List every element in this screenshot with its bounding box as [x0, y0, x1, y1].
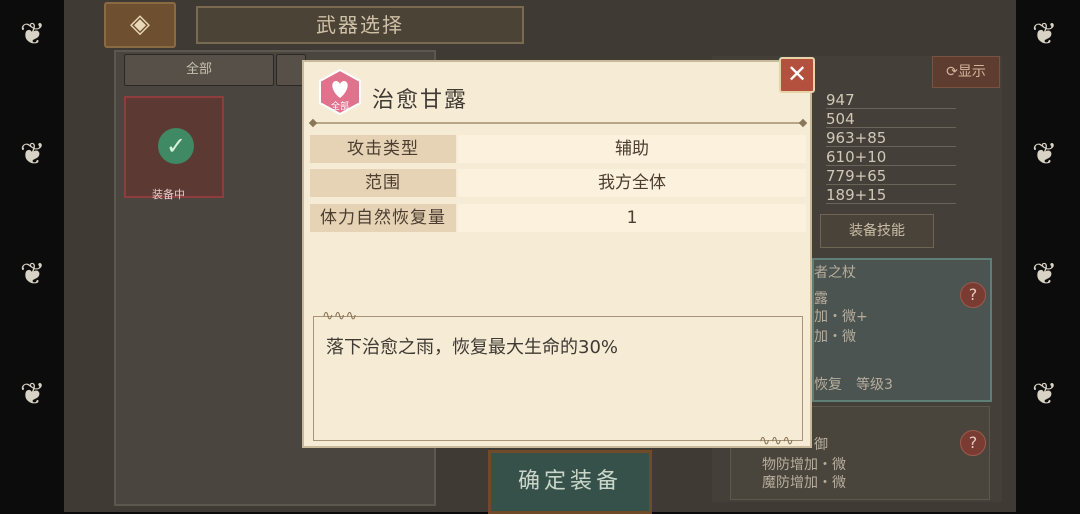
scroll-ornament-icon: ❦	[1032, 137, 1058, 172]
scroll-ornament-icon: ❦	[1032, 257, 1058, 292]
property-row: 范围 我方全体	[310, 169, 806, 197]
display-button[interactable]: ⟳显示	[932, 56, 1000, 88]
property-value: 1	[458, 204, 806, 232]
skill-snippet: 魔防增加・微	[762, 475, 846, 491]
heart-badge-icon: 全部	[319, 68, 361, 116]
scroll-ornament-icon: ❦	[20, 377, 46, 412]
skill-snippet: 恢复 等级3	[814, 377, 893, 393]
flourish-icon: ∿∿∿	[758, 433, 794, 449]
header-divider	[312, 122, 804, 124]
skill-snippet: 御	[814, 437, 828, 453]
scroll-ornament-icon: ❦	[20, 257, 46, 292]
property-label: 攻击类型	[310, 135, 456, 163]
skill-title: 治愈甘露	[372, 88, 469, 113]
property-row: 攻击类型 辅助	[310, 135, 806, 163]
stat-value: 947	[826, 91, 956, 109]
close-button[interactable]: ✕	[779, 57, 815, 93]
flourish-icon: ∿∿∿	[322, 308, 358, 324]
skill-snippet: 物防增加・微	[762, 457, 846, 473]
description-box: ∿∿∿ 落下治愈之雨，恢复最大生命的30% ∿∿∿	[313, 308, 803, 449]
skill-snippet: 露	[814, 291, 828, 307]
right-ornate-border: ❦ ❦ ❦ ❦	[1016, 0, 1080, 512]
skill-snippet: 加・微+	[814, 309, 868, 325]
equipped-badge: 装备中	[152, 188, 185, 201]
stat-value: 610+10	[826, 148, 956, 166]
left-ornate-border: ❦ ❦ ❦ ❦	[0, 0, 64, 512]
skill-snippet: 者之杖	[814, 265, 856, 281]
close-icon: ✕	[786, 60, 808, 88]
scroll-ornament-icon: ❦	[1032, 17, 1058, 52]
property-label: 范围	[310, 169, 456, 197]
skill-snippet: 加・微	[814, 329, 856, 345]
scroll-ornament-icon: ❦	[20, 137, 46, 172]
screen-title: 武器选择	[196, 6, 524, 44]
skill-description: 落下治愈之雨，恢复最大生命的30%	[326, 337, 619, 358]
stat-value: 779+65	[826, 167, 956, 185]
weapon-card[interactable]: ✓ 装备中	[124, 96, 224, 201]
stat-value: 504	[826, 110, 956, 128]
refresh-icon: ⟳	[946, 64, 958, 80]
confirm-equip-button[interactable]: 确定装备	[488, 450, 652, 514]
skill-detail-modal: 全部 治愈甘露 攻击类型 辅助 范围 我方全体 体力自然恢复量 1 ∿∿∿ 落下…	[302, 60, 812, 449]
tab-equip-skills[interactable]: 装备技能	[820, 214, 934, 248]
property-row: 体力自然恢复量 1	[310, 204, 806, 232]
badge-label: 全部	[331, 100, 349, 112]
property-value: 辅助	[458, 135, 806, 163]
check-icon: ✓	[158, 128, 194, 164]
back-arrow-icon: ◈	[130, 9, 150, 39]
back-button[interactable]: ◈	[104, 2, 176, 48]
filter-tab-all[interactable]: 全部	[124, 54, 274, 86]
display-label: 显示	[957, 64, 986, 80]
help-icon[interactable]: ?	[960, 282, 986, 308]
scroll-ornament-icon: ❦	[1032, 377, 1058, 412]
stat-value: 963+85	[826, 129, 956, 147]
property-value: 我方全体	[458, 169, 806, 197]
stat-value: 189+15	[826, 186, 956, 204]
scroll-ornament-icon: ❦	[20, 17, 46, 52]
property-label: 体力自然恢复量	[310, 204, 456, 232]
help-icon[interactable]: ?	[960, 430, 986, 456]
